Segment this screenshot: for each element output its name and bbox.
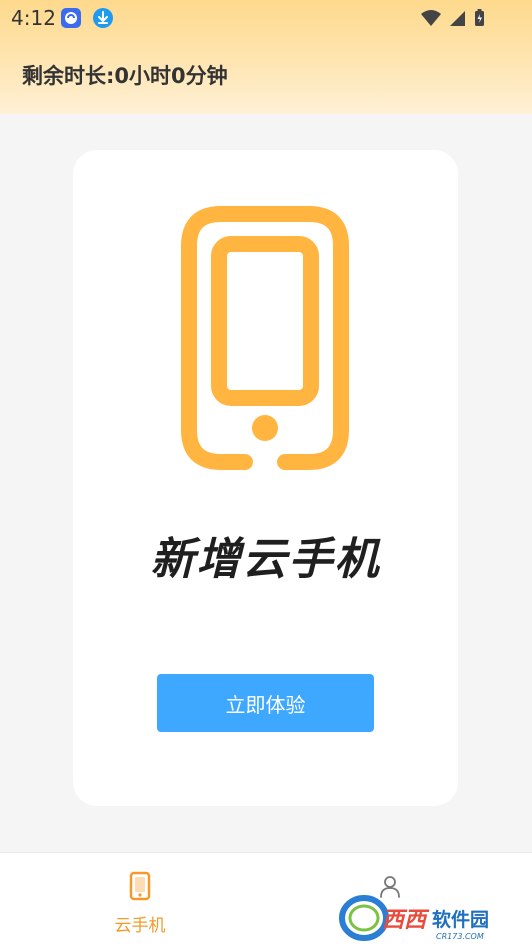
remaining-time-label: 剩余时长:0小时0分钟: [22, 64, 228, 88]
new-cloud-phone-card: 新增云手机 立即体验: [73, 150, 458, 806]
wifi-icon: [421, 10, 441, 26]
app-notification-icon: [61, 8, 81, 28]
tab-cloud-phone-label: 云手机: [114, 916, 166, 936]
signal-icon: [450, 11, 465, 26]
download-icon: [93, 8, 113, 28]
try-now-button[interactable]: 立即体验: [157, 674, 374, 732]
site-watermark-logo: 西西 软件园 CR173.COM: [339, 895, 489, 941]
svg-text:西西: 西西: [382, 908, 430, 933]
svg-text:CR173.COM: CR173.COM: [436, 932, 484, 941]
status-bar: 4:12: [0, 0, 532, 36]
phone-icon: [129, 871, 151, 901]
status-time: 4:12: [11, 6, 56, 30]
phone-icon: [181, 206, 349, 470]
svg-text:软件园: 软件园: [432, 908, 489, 931]
header-background: 4:12 剩余时长:0小时0分钟: [0, 0, 532, 114]
system-status-icons: [421, 9, 484, 26]
tab-cloud-phone[interactable]: 云手机: [7, 853, 273, 948]
card-title: 新增云手机: [150, 534, 381, 585]
